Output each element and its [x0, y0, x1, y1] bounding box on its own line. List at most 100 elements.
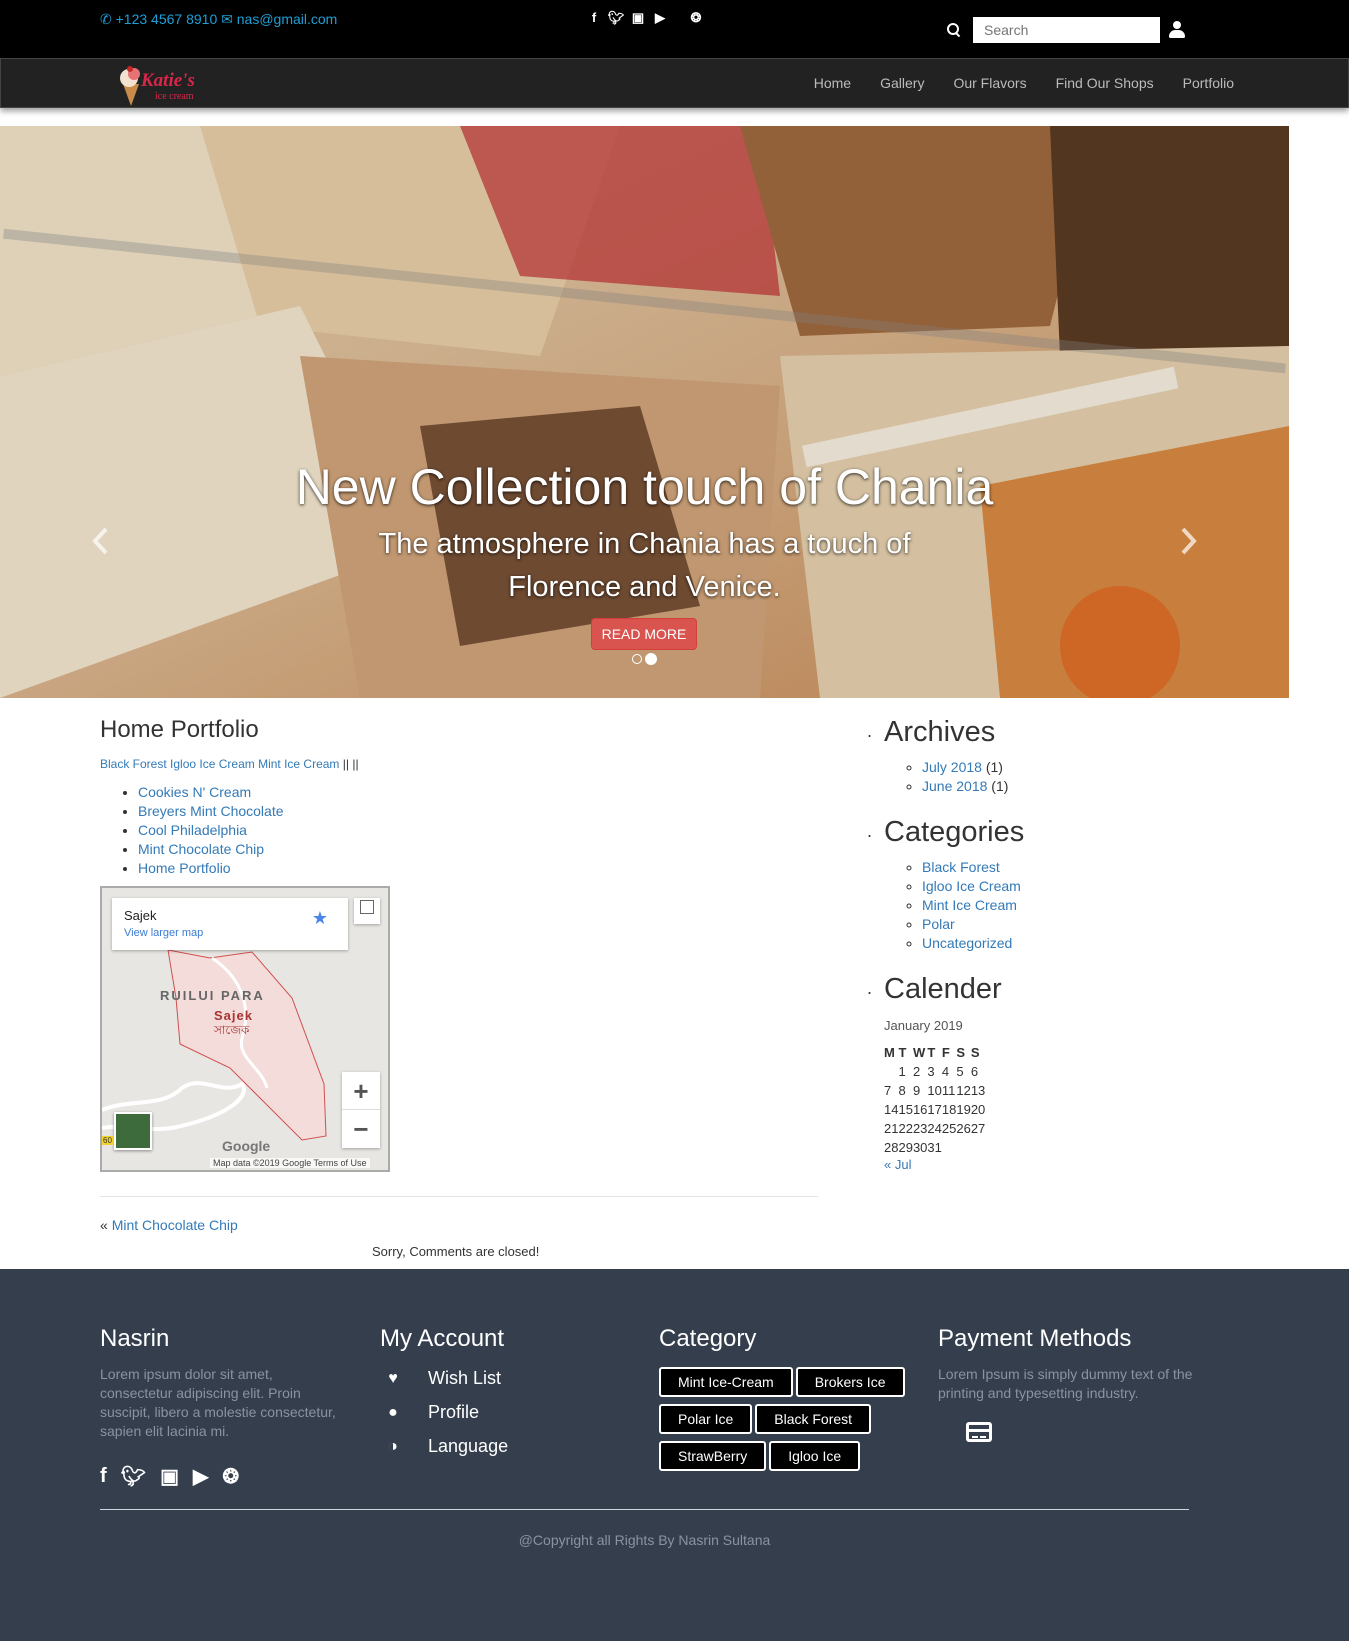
- carousel-dot-2[interactable]: [645, 653, 657, 665]
- nav-gallery[interactable]: Gallery: [880, 75, 924, 91]
- calendar-day: 28: [884, 1140, 899, 1155]
- footer-payment-text: Lorem Ipsum is simply dummy text of the …: [938, 1366, 1193, 1401]
- user-icon[interactable]: [1169, 21, 1185, 39]
- post-link[interactable]: Home Portfolio: [138, 860, 231, 876]
- facebook-icon[interactable]: f: [583, 10, 605, 26]
- category-link-igloo[interactable]: Igloo Ice Cream: [170, 757, 255, 771]
- read-more-button[interactable]: READ MORE: [591, 618, 697, 650]
- nav-find-our-shops[interactable]: Find Our Shops: [1056, 75, 1154, 91]
- weekday-header: F: [941, 1045, 950, 1060]
- dribbble-icon[interactable]: ❂: [685, 10, 707, 26]
- post-link[interactable]: Cool Philadelphia: [138, 822, 247, 838]
- tag-button[interactable]: Black Forest: [755, 1404, 872, 1434]
- tag-button[interactable]: StrawBerry: [659, 1441, 767, 1471]
- post-link[interactable]: Breyers Mint Chocolate: [138, 803, 284, 819]
- logo-subtext: ice cream: [155, 91, 194, 102]
- account-wish-list[interactable]: ♥ Wish List: [380, 1367, 610, 1390]
- twitter-icon[interactable]: 🐦︎: [121, 1464, 146, 1489]
- embedded-map[interactable]: Sajek View larger map ★ RUILUI PARA Saje…: [100, 886, 390, 1172]
- map-info-card: Sajek View larger map ★: [112, 898, 348, 950]
- social-links-top: f 🐦︎ ▣ ▶ ❂: [583, 10, 707, 26]
- category-link[interactable]: Igloo Ice Cream: [922, 878, 1021, 894]
- nav-portfolio[interactable]: Portfolio: [1183, 75, 1234, 91]
- star-icon[interactable]: ★: [312, 908, 328, 929]
- list-item: Cookies N' Cream: [138, 783, 818, 802]
- list-item: Cool Philadelphia: [138, 821, 818, 840]
- zoom-in-icon[interactable]: +: [342, 1072, 380, 1110]
- map-area-label: RUILUI PARA: [160, 988, 265, 1003]
- satellite-toggle[interactable]: [114, 1112, 152, 1150]
- tag-button[interactable]: Igloo Ice: [769, 1441, 861, 1471]
- search-icon[interactable]: [947, 23, 961, 37]
- dribbble-icon[interactable]: ❂: [222, 1464, 239, 1489]
- account-links: ♥ Wish List ● Profile ◑ Language: [380, 1367, 610, 1458]
- list-item: Igloo Ice Cream: [922, 877, 1187, 896]
- katies-logo[interactable]: Katie's ice cream: [115, 62, 217, 106]
- weekday-header: S: [956, 1045, 966, 1060]
- youtube-icon[interactable]: ▶: [649, 10, 671, 26]
- archive-link[interactable]: July 2018: [922, 759, 982, 775]
- calendar-day: [942, 1138, 956, 1157]
- list-item: Uncategorized: [922, 934, 1187, 953]
- calendar-day: 24: [927, 1121, 942, 1136]
- list-item: July 2018 (1): [922, 758, 1187, 777]
- main-content: Home Portfolio Black Forest Igloo Ice Cr…: [100, 716, 818, 1172]
- list-item: Breyers Mint Chocolate: [138, 802, 818, 821]
- category-link[interactable]: Uncategorized: [922, 935, 1012, 951]
- calendar-day: 7: [884, 1083, 892, 1098]
- calendar-day: 21: [884, 1121, 899, 1136]
- footer-category-title: Category: [659, 1325, 757, 1352]
- globe-icon: ◑: [388, 1437, 398, 1455]
- email-address[interactable]: nas@gmail.com: [237, 11, 338, 27]
- calendar-day: 31: [927, 1140, 942, 1155]
- category-link[interactable]: Polar: [922, 916, 955, 932]
- map-attribution[interactable]: Map data ©2019 Google Terms of Use: [210, 1158, 370, 1168]
- weekday-header: T: [927, 1045, 936, 1060]
- tag-button[interactable]: Polar Ice: [659, 1404, 753, 1434]
- calendar-day: 20: [970, 1102, 986, 1117]
- calendar-day: [971, 1138, 985, 1157]
- youtube-icon[interactable]: ▶: [193, 1464, 208, 1489]
- nav-home[interactable]: Home: [814, 75, 851, 91]
- map-fullscreen-toggle[interactable]: [354, 898, 380, 924]
- tag-button[interactable]: Mint Ice-Cream: [659, 1367, 793, 1397]
- archive-link[interactable]: June 2018: [922, 778, 987, 794]
- category-link[interactable]: Black Forest: [922, 859, 1000, 875]
- instagram-icon[interactable]: ▣: [160, 1464, 179, 1489]
- footer-account-title: My Account: [380, 1325, 505, 1352]
- search-input[interactable]: [973, 17, 1160, 43]
- hero-image: [0, 126, 1289, 698]
- heart-icon: ♥: [388, 1369, 398, 1387]
- account-profile[interactable]: ● Profile: [380, 1401, 610, 1424]
- facebook-icon[interactable]: f: [100, 1465, 107, 1488]
- view-larger-map-link[interactable]: View larger map: [124, 927, 203, 939]
- post-link[interactable]: Mint Chocolate Chip: [138, 841, 264, 857]
- zoom-out-icon[interactable]: −: [342, 1110, 380, 1148]
- carousel-dot-1[interactable]: [632, 654, 642, 664]
- instagram-icon[interactable]: ▣: [627, 10, 649, 26]
- footer-payment-title: Payment Methods: [938, 1325, 1132, 1352]
- account-link-label: Wish List: [428, 1368, 502, 1388]
- account-link-label: Profile: [428, 1402, 480, 1422]
- map-place-name: Sajek: [124, 908, 157, 923]
- post-list: Cookies N' Cream Breyers Mint Chocolate …: [100, 783, 818, 878]
- phone-number[interactable]: +123 4567 8910: [116, 11, 218, 27]
- copyright-text: @Copyright all Rights By Nasrin Sultana: [518, 1532, 771, 1548]
- calendar-prev-month-link[interactable]: « Jul: [884, 1157, 911, 1172]
- carousel-prev-icon[interactable]: [91, 526, 109, 556]
- previous-post-link[interactable]: Mint Chocolate Chip: [112, 1217, 238, 1233]
- calendar-caption: January 2019: [884, 1018, 963, 1033]
- category-link[interactable]: Mint Ice Cream: [922, 897, 1017, 913]
- twitter-icon[interactable]: 🐦︎: [605, 10, 627, 26]
- footer-social-links: f 🐦︎ ▣ ▶ ❂: [100, 1464, 344, 1489]
- phone-icon: ✆: [100, 11, 112, 27]
- carousel-next-icon[interactable]: [1180, 526, 1198, 556]
- category-link-black-forest[interactable]: Black Forest: [100, 757, 167, 771]
- account-language[interactable]: ◑ Language: [380, 1435, 610, 1458]
- road-number-badge: 60: [102, 1136, 113, 1145]
- category-link-mint[interactable]: Mint Ice Cream: [258, 757, 339, 771]
- tag-button[interactable]: Brokers Ice: [795, 1367, 905, 1397]
- nav-our-flavors[interactable]: Our Flavors: [953, 75, 1026, 91]
- post-link[interactable]: Cookies N' Cream: [138, 784, 251, 800]
- list-item: Home Portfolio: [138, 859, 818, 878]
